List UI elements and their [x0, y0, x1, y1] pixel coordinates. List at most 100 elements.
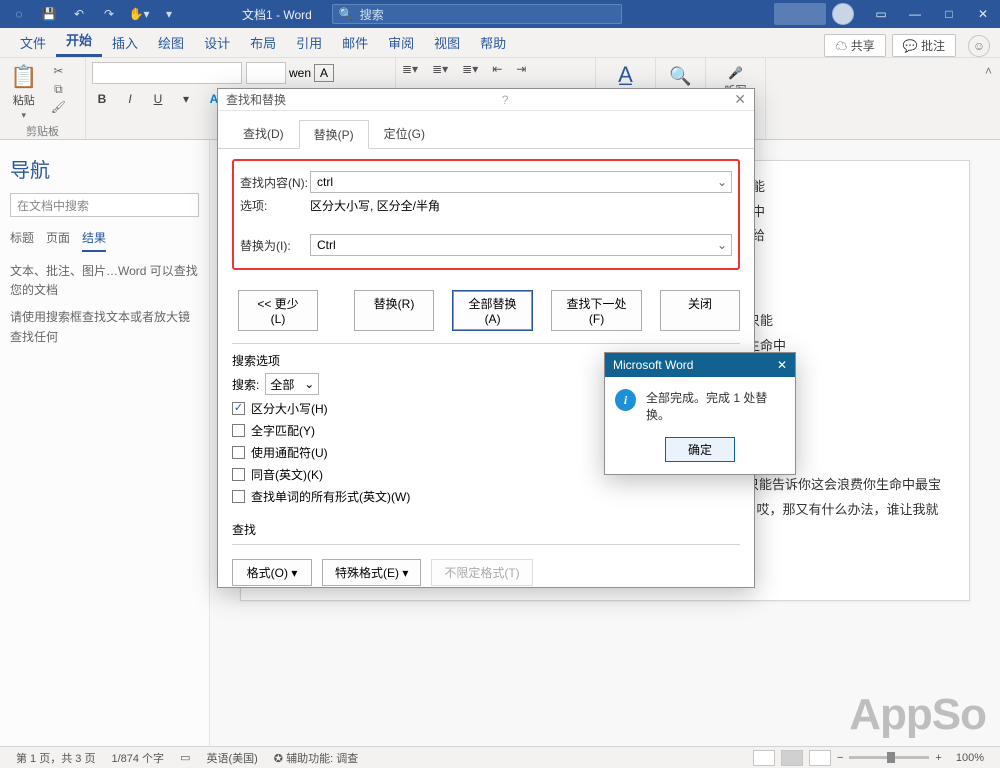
multilevel-list-icon[interactable]: ≣▾ [462, 62, 478, 76]
navigation-search[interactable]: 在文档中搜索 [10, 193, 199, 217]
tab-references[interactable]: 引用 [286, 27, 332, 57]
close-dialog-button[interactable]: 关闭 [660, 290, 740, 331]
search-direction-label: 搜索: [232, 376, 259, 393]
info-icon: i [615, 389, 636, 411]
search-icon: 🔍 [339, 7, 354, 21]
tab-draw[interactable]: 绘图 [148, 27, 194, 57]
status-page[interactable]: 第 1 页，共 3 页 [8, 750, 103, 766]
replace-with-input[interactable]: Ctrl⌄ [310, 234, 732, 256]
ribbon-tabs: 文件 开始 插入 绘图 设计 布局 引用 邮件 审阅 视图 帮助 ☁ 共享 💬 … [0, 28, 1000, 58]
chevron-down-icon: ⌄ [717, 238, 727, 252]
tab-insert[interactable]: 插入 [102, 27, 148, 57]
search-direction-select[interactable]: 全部⌄ [265, 373, 319, 395]
view-read-mode[interactable] [753, 750, 775, 766]
status-word-count[interactable]: 1/874 个字 [103, 750, 172, 766]
nav-hint-1: 文本、批注、图片…Word 可以查找您的文档 [10, 262, 199, 300]
find-section-label: 查找 [232, 521, 740, 538]
bold-button[interactable]: B [92, 90, 112, 108]
help-icon[interactable]: ? [502, 93, 509, 107]
no-formatting-button: 不限定格式(T) [431, 559, 532, 586]
dialog-close-icon[interactable]: ✕ [734, 91, 746, 108]
fr-tab-find[interactable]: 查找(D) [228, 119, 299, 148]
tab-file[interactable]: 文件 [10, 27, 56, 57]
special-format-button[interactable]: 特殊格式(E) ▾ [322, 559, 421, 586]
comments-button[interactable]: 💬 批注 [892, 34, 956, 57]
numbering-icon[interactable]: ≣▾ [432, 62, 448, 76]
qat-dropdown-icon[interactable]: ▾ [156, 1, 182, 27]
nav-tab-pages[interactable]: 页面 [46, 229, 70, 252]
user-avatar[interactable] [832, 3, 854, 25]
title-bar: ◌ 💾 ↶ ↷ ✋▾ ▾ 文档1 - Word 🔍 搜索 ▭ — □ ✕ [0, 0, 1000, 28]
message-box: Microsoft Word ✕ i 全部完成。完成 1 处替换。 确定 [604, 352, 796, 475]
italic-button[interactable]: I [120, 90, 140, 108]
chk-all-word-forms[interactable]: 查找单词的所有形式(英文)(W) [232, 488, 740, 505]
find-icon[interactable]: 🔍 [662, 62, 699, 87]
tab-review[interactable]: 审阅 [378, 27, 424, 57]
feedback-icon[interactable]: ☺ [968, 35, 990, 57]
tab-help[interactable]: 帮助 [470, 27, 516, 57]
collapse-ribbon-icon[interactable]: ˄ [977, 58, 1000, 139]
tell-me-search[interactable]: 🔍 搜索 [332, 4, 622, 24]
view-web-layout[interactable] [809, 750, 831, 766]
autosave-icon[interactable]: ◌ [6, 1, 32, 27]
character-border-icon[interactable]: A [314, 64, 334, 82]
find-next-button[interactable]: 查找下一处(F) [551, 290, 642, 331]
find-what-input[interactable]: ctrl⌄ [310, 171, 732, 193]
tab-mailings[interactable]: 邮件 [332, 27, 378, 57]
dialog-title: 查找和替换 [226, 91, 286, 108]
navigation-pane: 导航 在文档中搜索 标题 页面 结果 文本、批注、图片…Word 可以查找您的文… [0, 140, 210, 746]
view-print-layout[interactable] [781, 750, 803, 766]
status-language[interactable]: 英语(美国) [198, 750, 265, 766]
replace-with-label: 替换为(I): [240, 237, 310, 254]
zoom-slider[interactable] [849, 756, 929, 759]
status-spellcheck-icon[interactable]: ▭ [172, 751, 198, 764]
increase-indent-icon[interactable]: ⇥ [516, 62, 526, 76]
msgbox-close-icon[interactable]: ✕ [777, 358, 787, 372]
options-value: 区分大小写, 区分全/半角 [310, 197, 440, 214]
cut-icon[interactable]: ✂ [49, 64, 67, 78]
paste-button[interactable]: 📋 粘贴 ▾ [6, 62, 41, 123]
share-button[interactable]: ☁ 共享 [824, 34, 885, 57]
nav-tab-results[interactable]: 结果 [82, 229, 106, 252]
decrease-indent-icon[interactable]: ⇤ [492, 62, 502, 76]
replace-button[interactable]: 替换(R) [354, 290, 434, 331]
zoom-level[interactable]: 100% [948, 752, 992, 764]
nav-hint-2: 请使用搜索框查找文本或者放大镜查找任何 [10, 308, 199, 346]
options-label: 选项: [240, 197, 310, 214]
zoom-out-button[interactable]: − [837, 752, 843, 764]
touch-mode-icon[interactable]: ✋▾ [126, 1, 152, 27]
fr-tab-replace[interactable]: 替换(P) [299, 120, 369, 149]
less-button[interactable]: << 更少(L) [238, 290, 318, 331]
close-button[interactable]: ✕ [966, 0, 1000, 28]
tab-view[interactable]: 视图 [424, 27, 470, 57]
copy-icon[interactable]: ⧉ [49, 82, 67, 96]
status-accessibility[interactable]: ✪ 辅助功能: 调查 [266, 750, 366, 766]
msgbox-ok-button[interactable]: 确定 [665, 437, 735, 462]
fr-tab-goto[interactable]: 定位(G) [369, 119, 440, 148]
font-name-combo[interactable] [92, 62, 242, 84]
user-name-chip[interactable] [774, 3, 826, 25]
tab-home[interactable]: 开始 [56, 24, 102, 57]
bullets-icon[interactable]: ≣▾ [402, 62, 418, 76]
styles-icon[interactable]: A̲ [602, 62, 649, 88]
replace-all-button[interactable]: 全部替换(A) [452, 290, 533, 331]
underline-button[interactable]: U [148, 90, 168, 108]
nav-tab-headings[interactable]: 标题 [10, 229, 34, 252]
find-replace-dialog: 查找和替换 ? ✕ 查找(D) 替换(P) 定位(G) 查找内容(N): ctr… [217, 88, 755, 588]
zoom-in-button[interactable]: + [935, 752, 941, 764]
format-button[interactable]: 格式(O) ▾ [232, 559, 312, 586]
format-painter-icon[interactable]: 🖌 [49, 100, 67, 114]
msgbox-message: 全部完成。完成 1 处替换。 [646, 389, 785, 423]
font-size-combo[interactable] [246, 62, 286, 84]
chevron-down-icon: ▾ [21, 110, 26, 121]
minimize-button[interactable]: — [898, 0, 932, 28]
strikethrough-button[interactable]: ▾ [176, 90, 196, 108]
search-placeholder: 搜索 [360, 6, 384, 23]
tab-layout[interactable]: 布局 [240, 27, 286, 57]
tab-design[interactable]: 设计 [194, 27, 240, 57]
doc-fragment: 那我只能 [721, 309, 949, 334]
phonetic-guide-icon[interactable]: wen [290, 64, 310, 82]
maximize-button[interactable]: □ [932, 0, 966, 28]
navigation-title: 导航 [10, 154, 199, 183]
ribbon-display-options-icon[interactable]: ▭ [864, 0, 898, 28]
